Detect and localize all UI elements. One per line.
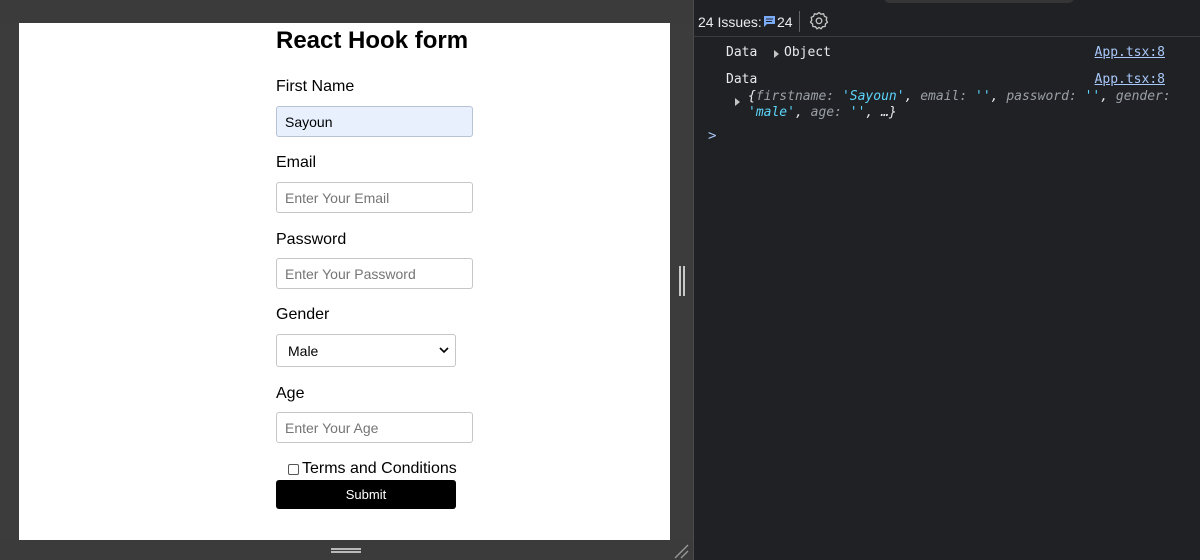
- issues-label[interactable]: 24 Issues:: [698, 14, 762, 30]
- resize-corner-icon[interactable]: [672, 542, 690, 560]
- terms-row: Terms and Conditions: [288, 460, 457, 478]
- console-prompt[interactable]: >: [708, 128, 716, 144]
- expand-arrow-icon[interactable]: [735, 98, 740, 106]
- terms-label: Terms and Conditions: [302, 460, 457, 477]
- page-viewport: React Hook form First Name Email Passwor…: [19, 23, 670, 540]
- first-name-input[interactable]: [276, 106, 473, 137]
- password-label: Password: [276, 231, 347, 248]
- source-link[interactable]: App.tsx:8: [1095, 45, 1165, 60]
- source-link[interactable]: App.tsx:8: [1095, 72, 1165, 87]
- submit-button[interactable]: Submit: [276, 480, 456, 509]
- expand-arrow-icon[interactable]: [774, 50, 779, 58]
- viewport-top-bar: [0, 0, 693, 23]
- terms-checkbox[interactable]: [288, 463, 299, 475]
- message-icon[interactable]: [763, 15, 776, 28]
- object-preview-line-2[interactable]: 'male', age: '', …}: [748, 105, 897, 120]
- issues-count[interactable]: 24: [777, 14, 793, 30]
- object-preview-line-1[interactable]: {firstname: 'Sayoun', email: '', passwor…: [748, 89, 1171, 104]
- chevron-down-icon: [439, 347, 449, 354]
- issues-bar: 24 Issues: 24: [694, 0, 1200, 37]
- gender-select-value: Male: [288, 343, 319, 359]
- email-label: Email: [276, 154, 317, 171]
- split-resize-handle[interactable]: [679, 266, 685, 296]
- age-input[interactable]: [276, 412, 473, 443]
- password-input[interactable]: [276, 258, 473, 289]
- gear-icon[interactable]: [809, 11, 829, 31]
- resize-handle-bottom[interactable]: [331, 548, 361, 553]
- page-title: React Hook form: [276, 27, 469, 54]
- first-name-label: First Name: [276, 78, 355, 95]
- gender-label: Gender: [276, 306, 330, 323]
- log-text: Data: [726, 72, 758, 87]
- age-label: Age: [276, 385, 305, 402]
- devtools-console-panel: 24 Issues: 24 Data Object App.tsx:8 Data…: [693, 0, 1200, 560]
- toolbar-divider: [799, 11, 800, 32]
- log-text: Data: [726, 45, 758, 60]
- email-input[interactable]: [276, 182, 473, 213]
- object-preview[interactable]: Object: [784, 45, 831, 60]
- gender-select[interactable]: Male: [276, 334, 456, 367]
